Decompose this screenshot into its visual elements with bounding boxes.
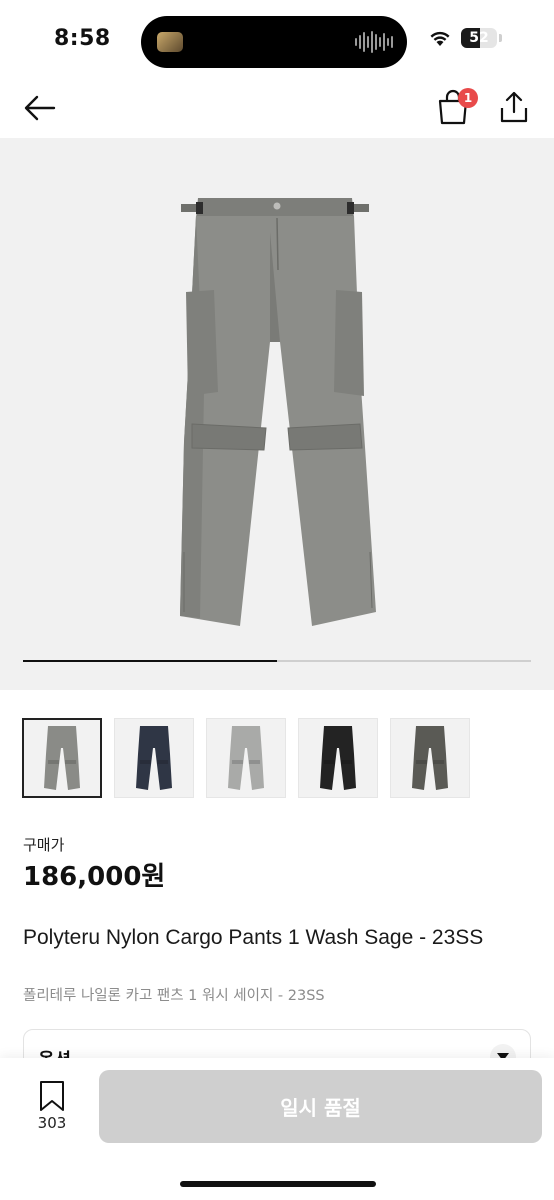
color-thumbnail-sage[interactable] — [22, 718, 102, 798]
pants-thumbnail-image — [228, 726, 264, 790]
product-image-gallery[interactable] — [0, 138, 554, 690]
audio-waveform-icon — [355, 30, 393, 54]
bottom-action-bar: 303 일시 품절 — [0, 1058, 554, 1200]
wishlist-button[interactable]: 303 — [30, 1080, 74, 1136]
status-bar: 8:58 52 — [0, 0, 554, 80]
pants-thumbnail-image — [412, 726, 448, 790]
now-playing-artwork-icon — [157, 32, 183, 52]
home-indicator — [180, 1181, 376, 1187]
price: 186,000원 — [23, 862, 166, 892]
cart-count-badge: 1 — [458, 88, 478, 108]
dynamic-island — [141, 16, 407, 68]
color-thumbnail-navy[interactable] — [114, 718, 194, 798]
color-thumbnail-light-grey[interactable] — [206, 718, 286, 798]
pants-thumbnail-image — [136, 726, 172, 790]
color-thumbnail-black[interactable] — [298, 718, 378, 798]
color-thumbnails — [22, 718, 470, 798]
product-title: Polyteru Nylon Cargo Pants 1 Wash Sage -… — [23, 926, 484, 949]
pants-thumbnail-image — [44, 726, 80, 790]
bookmark-icon — [40, 1081, 64, 1111]
status-time: 8:58 — [54, 26, 111, 51]
sold-out-button[interactable]: 일시 품절 — [99, 1070, 542, 1143]
color-thumbnail-charcoal[interactable] — [390, 718, 470, 798]
pants-thumbnail-image — [320, 726, 356, 790]
product-title-korean: 폴리테루 나일론 카고 팬츠 1 워시 세이지 - 23SS — [23, 988, 325, 1004]
battery-icon: 52 — [461, 28, 497, 48]
product-image — [180, 198, 376, 626]
wishlist-count: 303 — [37, 1114, 67, 1132]
gallery-progress-fill — [23, 660, 277, 662]
back-arrow-icon — [24, 95, 56, 121]
price-label: 구매가 — [23, 836, 65, 854]
share-icon — [500, 91, 528, 123]
battery-percent: 52 — [469, 30, 489, 46]
status-indicators: 52 — [429, 28, 502, 48]
gallery-progress-bar — [23, 660, 531, 662]
back-button[interactable] — [22, 90, 58, 126]
share-button[interactable] — [498, 88, 530, 126]
wifi-icon — [430, 31, 450, 46]
